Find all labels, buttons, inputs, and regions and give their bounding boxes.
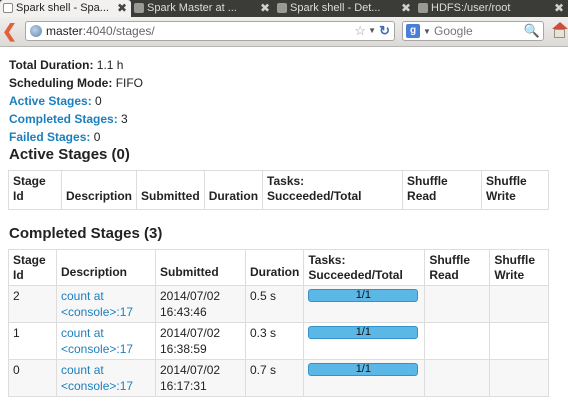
tasks-progress-bar: 1/1 xyxy=(308,363,419,376)
tab-favicon-icon xyxy=(134,3,144,13)
browser-tab-hdfs[interactable]: HDFS:/user/root ✖ xyxy=(415,0,568,17)
total-duration: Total Duration: 1.1 h xyxy=(9,58,124,72)
tab-label: Spark shell - Det... xyxy=(290,2,381,14)
cell-description: count at <console>:17 xyxy=(56,285,156,323)
cell-submitted: 2014/07/02 16:17:31 xyxy=(155,359,246,397)
col-description[interactable]: Description xyxy=(60,170,138,210)
tab-label: Spark shell - Spa... xyxy=(16,2,109,14)
col-stage-id[interactable]: Stage Id xyxy=(8,249,57,286)
table-row: 0 count at <console>:17 2014/07/02 16:17:3… xyxy=(8,359,549,397)
col-submitted[interactable]: Submitted xyxy=(136,170,205,210)
cell-shuffle-write xyxy=(489,359,549,397)
tab-favicon-icon xyxy=(418,3,428,13)
url-path: :4040/stages/ xyxy=(82,24,155,38)
scheduling-mode: Scheduling Mode: FIFO xyxy=(9,76,144,90)
tab-label: HDFS:/user/root xyxy=(431,2,511,14)
stage-description-link[interactable]: count at <console>:17 xyxy=(61,289,133,319)
col-shuffle-read[interactable]: Shuffle Read xyxy=(402,170,483,210)
close-icon[interactable]: ✖ xyxy=(260,0,270,17)
star-icon[interactable]: ☆ xyxy=(354,23,366,39)
cell-submitted: 2014/07/02 16:38:59 xyxy=(155,322,246,360)
completed-stages-table: Stage Id Description Submitted Duration T… xyxy=(8,249,549,397)
url-bar[interactable]: master:4040/stages/ ☆ ▼ ↻ xyxy=(25,21,395,41)
stage-summary: Total Duration: 1.1 h Scheduling Mode: F… xyxy=(9,56,143,146)
table-row: 1 count at <console>:17 2014/07/02 16:38:5… xyxy=(8,322,549,360)
browser-tab-spark-shell-details[interactable]: Spark shell - Det... ✖ xyxy=(274,0,415,17)
cell-submitted: 2014/07/02 16:43:46 xyxy=(155,285,246,323)
failed-stages-link[interactable]: Failed Stages: xyxy=(9,130,90,144)
table-header-row: Stage Id Description Submitted Duration T… xyxy=(8,170,549,210)
back-arrow-icon[interactable]: ❮ xyxy=(2,22,18,40)
cell-description: count at <console>:17 xyxy=(56,359,156,397)
cell-duration: 0.7 s xyxy=(244,359,305,397)
cell-stage-id: 0 xyxy=(8,359,57,397)
failed-stages-summary: Failed Stages: 0 xyxy=(9,130,101,144)
tasks-progress-label: 1/1 xyxy=(355,363,371,375)
browser-tab-spark-shell[interactable]: Spark shell - Spa... ✖ xyxy=(0,0,131,17)
cell-stage-id: 1 xyxy=(8,322,57,360)
search-engine-dropdown-icon[interactable]: ▼ xyxy=(423,27,431,36)
tasks-progress-bar: 1/1 xyxy=(308,326,419,339)
col-submitted[interactable]: Submitted xyxy=(155,249,246,286)
completed-stages-summary: Completed Stages: 3 xyxy=(9,112,128,126)
home-icon[interactable] xyxy=(551,22,568,39)
tab-favicon-icon xyxy=(3,3,13,13)
reload-icon[interactable]: ↻ xyxy=(379,23,390,39)
cell-description: count at <console>:17 xyxy=(56,322,156,360)
cell-duration: 0.3 s xyxy=(244,322,305,360)
table-row: 2 count at <console>:17 2014/07/02 16:43:4… xyxy=(8,285,549,323)
stage-description-link[interactable]: count at <console>:17 xyxy=(61,326,133,356)
browser-navigation-bar: ❮ master:4040/stages/ ☆ ▼ ↻ g ▼ 🔍 xyxy=(0,17,568,47)
cell-stage-id: 2 xyxy=(8,285,57,323)
cell-shuffle-read xyxy=(424,285,491,323)
completed-stages-heading: Completed Stages (3) xyxy=(9,225,163,242)
url-text[interactable]: master:4040/stages/ xyxy=(46,24,155,39)
stage-description-link[interactable]: count at <console>:17 xyxy=(61,363,133,393)
col-shuffle-write[interactable]: Shuffle Write xyxy=(489,249,549,286)
google-icon[interactable]: g xyxy=(406,24,420,38)
col-shuffle-read[interactable]: Shuffle Read xyxy=(424,249,491,286)
browser-tab-strip: Spark shell - Spa... ✖ Spark Master at .… xyxy=(0,0,568,17)
cell-duration: 0.5 s xyxy=(244,285,305,323)
col-description[interactable]: Description xyxy=(56,249,156,286)
close-icon[interactable]: ✖ xyxy=(117,0,127,17)
active-stages-table: Stage Id Description Submitted Duration T… xyxy=(8,170,549,210)
cell-tasks: 1/1 xyxy=(303,285,426,323)
browser-tab-spark-master[interactable]: Spark Master at ... ✖ xyxy=(131,0,274,17)
url-host: master xyxy=(46,24,83,38)
active-stages-link[interactable]: Active Stages: xyxy=(9,94,92,108)
col-shuffle-write[interactable]: Shuffle Write xyxy=(481,170,549,210)
completed-stages-link[interactable]: Completed Stages: xyxy=(9,112,118,126)
cell-tasks: 1/1 xyxy=(303,322,426,360)
active-stages-heading: Active Stages (0) xyxy=(9,146,130,163)
cell-shuffle-write xyxy=(489,322,549,360)
col-tasks[interactable]: Tasks: Succeeded/Total xyxy=(303,249,426,286)
tasks-progress-label: 1/1 xyxy=(355,326,371,338)
close-icon[interactable]: ✖ xyxy=(401,0,411,17)
search-icon[interactable]: 🔍 xyxy=(524,23,540,39)
cell-shuffle-read xyxy=(424,322,491,360)
tab-label: Spark Master at ... xyxy=(147,2,237,14)
search-input[interactable] xyxy=(434,24,524,38)
cell-shuffle-read xyxy=(424,359,491,397)
tasks-progress-bar: 1/1 xyxy=(308,289,419,302)
cell-shuffle-write xyxy=(489,285,549,323)
tab-favicon-icon xyxy=(277,3,287,13)
dropdown-icon[interactable]: ▼ xyxy=(368,26,376,35)
col-stage-id[interactable]: Stage Id xyxy=(8,170,62,210)
close-icon[interactable]: ✖ xyxy=(554,0,564,17)
active-stages-summary: Active Stages: 0 xyxy=(9,94,102,108)
col-tasks[interactable]: Tasks: Succeeded/Total xyxy=(262,170,404,210)
globe-icon xyxy=(30,25,42,37)
search-box[interactable]: g ▼ 🔍 xyxy=(402,21,544,41)
col-duration[interactable]: Duration xyxy=(203,170,264,210)
col-duration[interactable]: Duration xyxy=(244,249,305,286)
table-header-row: Stage Id Description Submitted Duration T… xyxy=(8,249,549,286)
cell-tasks: 1/1 xyxy=(303,359,426,397)
tasks-progress-label: 1/1 xyxy=(355,289,371,301)
